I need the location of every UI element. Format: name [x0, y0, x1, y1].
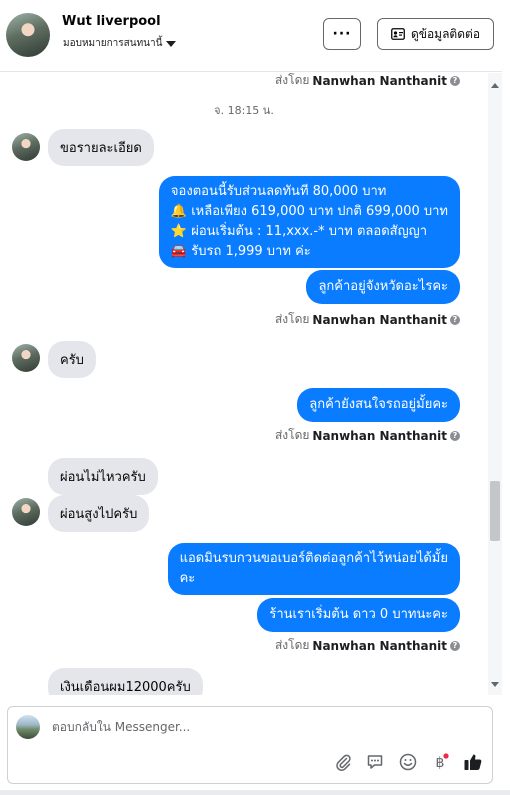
contact-card-icon: [391, 28, 405, 40]
sent-by-prefix: ส่งโดย: [274, 312, 310, 326]
svg-text:฿: ฿: [436, 755, 445, 771]
saved-reply-icon[interactable]: [364, 751, 386, 773]
sender-name: Nanwhan Nanthanit: [312, 312, 447, 327]
attach-icon[interactable]: [332, 751, 354, 773]
caret-down-icon: [166, 40, 177, 47]
message-line: ⭐ ผ่อนเริ่มต้น : 11,xxx.-* บาท ตลอดสัญญา: [170, 224, 428, 239]
incoming-message: ขอรายละเอียด: [48, 129, 154, 166]
contact-avatar-small: [12, 498, 40, 526]
info-icon[interactable]: ?: [450, 75, 460, 86]
incoming-message: ครับ: [48, 341, 96, 378]
sent-by-label: ส่งโดย Nanwhan Nanthanit ?: [275, 73, 460, 90]
sent-by-label: ส่งโดย Nanwhan Nanthanit ?: [275, 310, 460, 329]
outgoing-message: แอดมินรบกวนขอเบอร์ติดต่อลูกค้าไว้หน่อยได…: [167, 543, 460, 595]
info-icon[interactable]: ?: [450, 430, 460, 441]
message-line: จองตอนนี้รับส่วนลดทันที 80,000 บาท: [170, 184, 387, 199]
payment-icon[interactable]: ฿: [429, 751, 451, 773]
incoming-message: ผ่อนสูงไปครับ: [48, 495, 150, 532]
emoji-icon[interactable]: [397, 751, 419, 773]
sender-name: Nanwhan Nanthanit: [312, 73, 447, 88]
message-line: 🔔 เหลือเพียง 619,000 บาท ปกติ 699,000 บา…: [170, 204, 448, 219]
scroll-up-arrow-icon[interactable]: [491, 83, 499, 88]
reply-input[interactable]: [52, 720, 472, 734]
message-line: แอดมินรบกวนขอเบอร์ติดต่อลูกค้าไว้หน่อยได…: [179, 551, 448, 566]
sent-by-prefix: ส่งโดย: [274, 638, 310, 652]
message-line: คะ: [179, 571, 196, 586]
sent-by-prefix: ส่งโดย: [274, 428, 310, 442]
conversation-header: Wut liverpool มอบหมายการสนทนานี้ ··· ดูข…: [0, 0, 502, 72]
like-icon[interactable]: [462, 751, 484, 773]
assign-conversation-dropdown[interactable]: มอบหมายการสนทนานี้: [63, 36, 177, 51]
view-contact-button[interactable]: ดูข้อมูลติดต่อ: [377, 18, 494, 50]
contact-avatar[interactable]: [6, 13, 50, 57]
reply-composer: ฿: [7, 706, 493, 784]
window-bottom-edge: [0, 790, 510, 795]
sent-by-prefix: ส่งโดย: [274, 73, 310, 87]
info-icon[interactable]: ?: [450, 314, 460, 325]
more-options-button[interactable]: ···: [323, 18, 361, 50]
contact-avatar-small: [12, 133, 40, 161]
sender-name: Nanwhan Nanthanit: [312, 428, 447, 443]
message-scrollbar[interactable]: [488, 73, 502, 695]
page-avatar: [16, 715, 40, 739]
assign-label: มอบหมายการสนทนานี้: [63, 38, 163, 49]
message-timestamp: จ. 18:15 น.: [214, 104, 274, 117]
outgoing-message: ร้านเราเริ่มต้น ดาว 0 บาทนะคะ: [257, 598, 460, 632]
incoming-message: เงินเดือนผม12000ครับ: [48, 668, 203, 695]
view-contact-label: ดูข้อมูลติดต่อ: [410, 26, 481, 41]
message-line: 🚘 รับรถ 1,999 บาท ค่ะ: [170, 244, 311, 259]
outgoing-message: ลูกค้าอยู่จังหวัดอะไรคะ: [306, 270, 460, 304]
contact-avatar-small: [12, 344, 40, 372]
outgoing-message: ลูกค้ายังสนใจรถอยู่มั้ยคะ: [297, 388, 460, 422]
outgoing-message: จองตอนนี้รับส่วนลดทันที 80,000 บาท 🔔 เหล…: [158, 176, 460, 268]
more-icon: ···: [332, 26, 352, 42]
incoming-message: ผ่อนไม่ไหวครับ: [48, 458, 158, 495]
sent-by-label: ส่งโดย Nanwhan Nanthanit ?: [275, 636, 460, 655]
sender-name: Nanwhan Nanthanit: [312, 638, 447, 653]
sent-by-label: ส่งโดย Nanwhan Nanthanit ?: [275, 426, 460, 445]
contact-name[interactable]: Wut liverpool: [62, 14, 161, 29]
message-thread[interactable]: ส่งโดย Nanwhan Nanthanit ? จ. 18:15 น. ข…: [0, 73, 488, 695]
scroll-down-arrow-icon[interactable]: [491, 682, 499, 687]
scrollbar-thumb[interactable]: [490, 481, 500, 541]
info-icon[interactable]: ?: [450, 640, 460, 651]
